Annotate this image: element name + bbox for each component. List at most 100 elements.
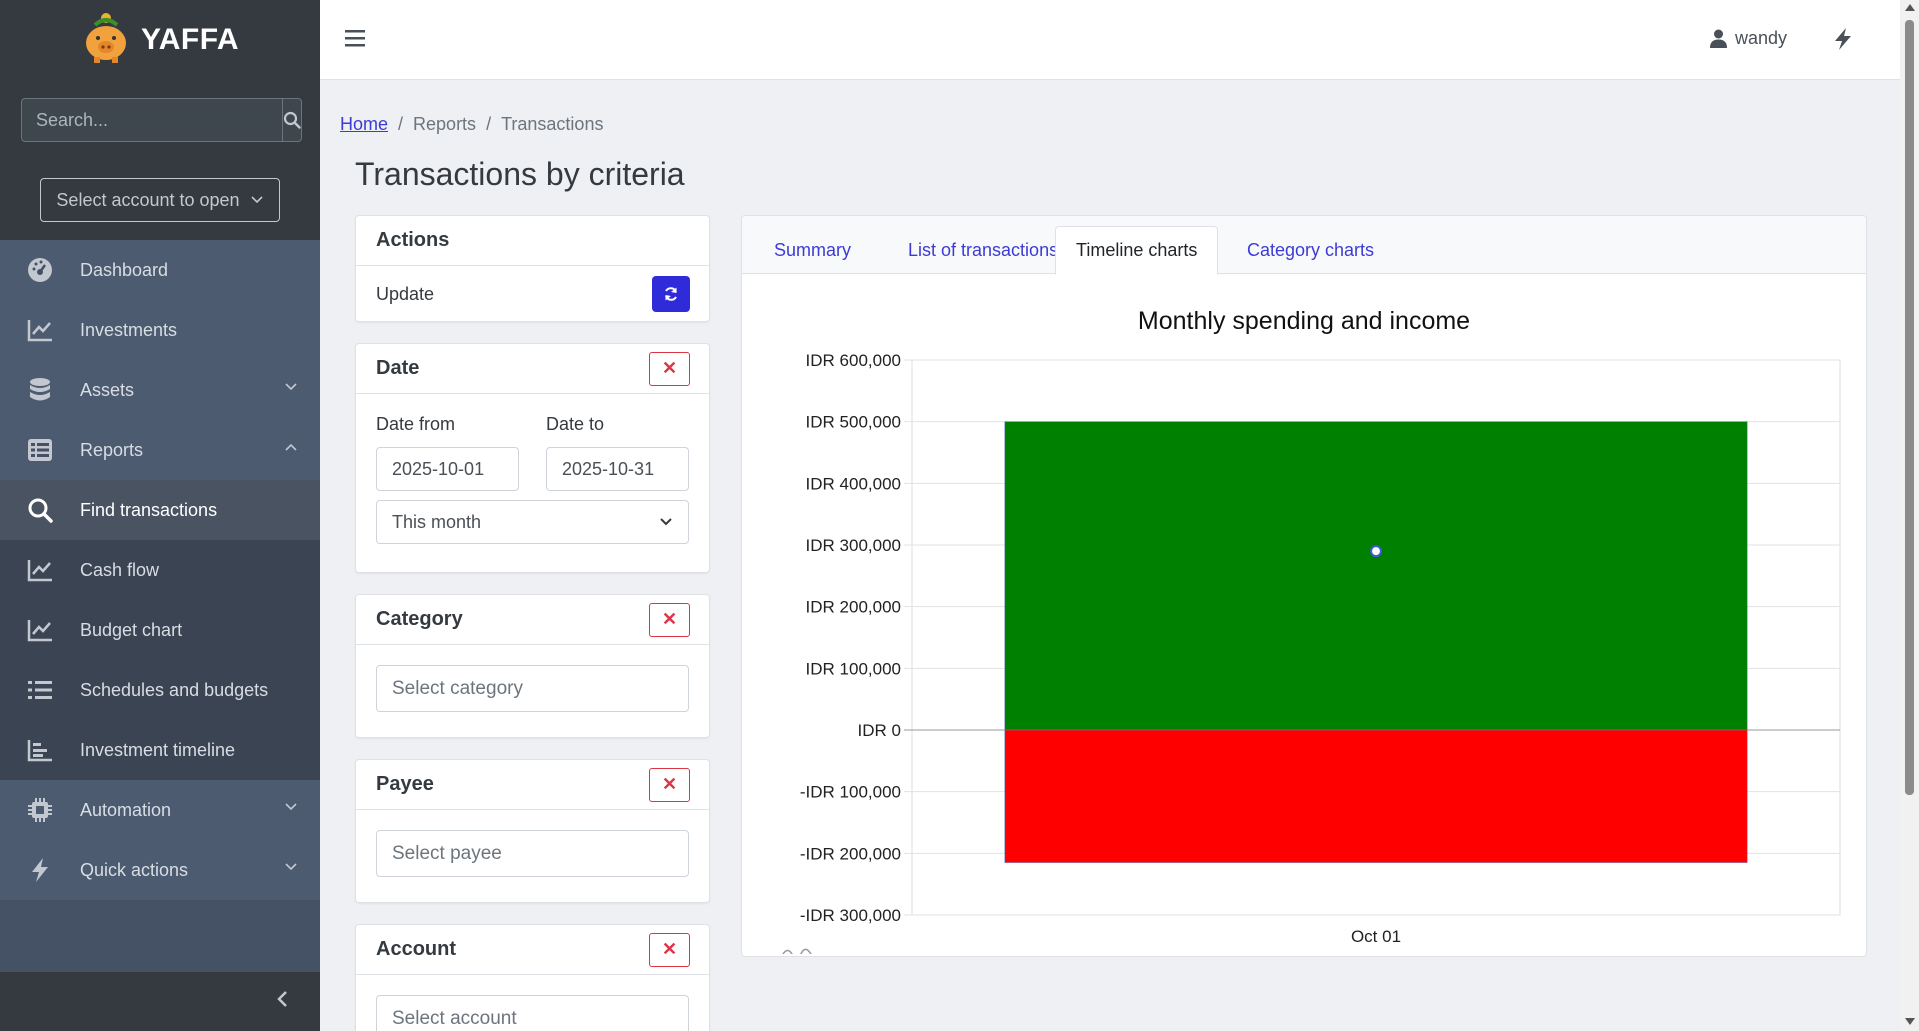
card-title: Category [376, 608, 463, 630]
date-to-label: Date to [546, 414, 605, 434]
actions-card: Actions Update [355, 215, 710, 322]
sidebar-item-label: Dashboard [80, 259, 169, 280]
date-range-value: This month [392, 511, 482, 532]
category-filter-card: Category ✕ Select category [355, 594, 710, 738]
clear-category-button[interactable]: ✕ [649, 602, 690, 637]
y-tick-label: -IDR 300,000 [800, 906, 901, 925]
date-filter-card: Date ✕ Date from Date to 2025-10-01 2025… [355, 343, 710, 573]
category-select[interactable]: Select category [376, 665, 689, 712]
chevron-down-icon [285, 383, 297, 391]
breadcrumb-current: Transactions [501, 114, 604, 134]
card-header: Actions [356, 216, 709, 266]
user-icon [1710, 29, 1727, 48]
sidebar-item-cash-flow[interactable]: Cash flow [0, 540, 320, 600]
page-scrollbar[interactable] [1900, 0, 1919, 1031]
report-tabs: Summary List of transactions Timeline ch… [742, 216, 1866, 275]
chart-bars-icon [25, 735, 55, 765]
database-icon [25, 375, 55, 405]
y-tick-label: IDR 400,000 [806, 474, 901, 493]
date-to-input[interactable]: 2025-10-31 [546, 447, 689, 491]
sidebar-nav: Dashboard Investments Assets Reports Fin… [0, 240, 320, 972]
bolt-icon [1835, 28, 1851, 50]
balance-point [1370, 545, 1382, 558]
sidebar-item-assets[interactable]: Assets [0, 360, 320, 420]
sidebar-item-label: Find transactions [80, 499, 218, 520]
close-icon: ✕ [661, 774, 678, 794]
user-menu[interactable]: wandy [1710, 28, 1787, 49]
scroll-down-arrow-icon[interactable] [1905, 1018, 1915, 1025]
sidebar-item-reports[interactable]: Reports [0, 420, 320, 480]
brand[interactable]: YAFFA [0, 0, 320, 80]
card-body: Select category [356, 645, 709, 732]
breadcrumb-separator: / [398, 114, 404, 134]
y-tick-label: IDR 200,000 [806, 598, 901, 617]
search-icon [25, 495, 55, 525]
card-header: Payee ✕ [356, 760, 709, 810]
update-button[interactable] [652, 276, 690, 312]
account-select-field[interactable]: Select account [376, 995, 689, 1031]
update-label: Update [376, 283, 435, 304]
sidebar-search [21, 98, 302, 142]
chevron-down-icon [285, 863, 297, 871]
date-from-label: Date from [376, 414, 456, 434]
card-body: Date from Date to 2025-10-01 2025-10-31 … [356, 394, 709, 564]
sidebar: YAFFA Select account to open Dashboard I… [0, 0, 320, 1031]
x-tick-label: Oct 01 [1351, 927, 1401, 946]
chart-title: Monthly spending and income [1138, 307, 1470, 335]
chevron-up-icon [285, 443, 297, 451]
sidebar-footer [0, 972, 320, 1031]
payee-filter-card: Payee ✕ Select payee [355, 759, 710, 903]
clear-payee-button[interactable]: ✕ [649, 767, 690, 802]
menu-toggle-button[interactable] [344, 28, 366, 54]
account-select[interactable]: Select account to open [40, 178, 280, 222]
sidebar-item-automation[interactable]: Automation [0, 780, 320, 840]
sidebar-item-dashboard[interactable]: Dashboard [0, 240, 320, 300]
date-from-input[interactable]: 2025-10-01 [376, 447, 519, 491]
chart-line-icon [25, 615, 55, 645]
y-tick-label: -IDR 200,000 [800, 844, 901, 863]
card-title: Date [376, 357, 420, 379]
y-tick-label: IDR 100,000 [806, 659, 901, 678]
close-icon: ✕ [661, 609, 678, 629]
username: wandy [1735, 28, 1788, 48]
search-button[interactable] [282, 98, 302, 142]
sidebar-item-label: Cash flow [80, 559, 160, 580]
chart-zoom-sparkline-icon [782, 948, 812, 954]
y-tick-label: IDR 600,000 [806, 351, 901, 370]
tab-category-charts[interactable]: Category charts [1227, 226, 1394, 275]
date-inputs: 2025-10-01 2025-10-31 [376, 447, 689, 491]
quick-actions-button[interactable] [1833, 27, 1853, 57]
sidebar-item-budget-chart[interactable]: Budget chart [0, 600, 320, 660]
sidebar-item-schedules-and-budgets[interactable]: Schedules and budgets [0, 660, 320, 720]
clear-date-button[interactable]: ✕ [649, 351, 690, 386]
sidebar-item-label: Reports [80, 439, 144, 460]
sidebar-item-find-transactions[interactable]: Find transactions [0, 480, 320, 540]
update-row: Update [356, 266, 709, 322]
payee-select[interactable]: Select payee [376, 830, 689, 877]
timeline-chart: Monthly spending and income IDR 600,000 ID… [782, 307, 1841, 954]
tab-list-of-transactions[interactable]: List of transactions [888, 226, 1078, 275]
card-body: Select payee [356, 810, 709, 897]
brand-name: YAFFA [140, 23, 240, 56]
breadcrumb-home-link[interactable]: Home [340, 114, 388, 135]
close-icon: ✕ [661, 939, 678, 959]
chip-icon [25, 795, 55, 825]
sidebar-item-quick-actions[interactable]: Quick actions [0, 840, 320, 900]
date-range-select[interactable]: This month [376, 500, 689, 544]
top-navbar: wandy [320, 0, 1900, 80]
card-header: Category ✕ [356, 595, 709, 645]
clear-account-button[interactable]: ✕ [649, 932, 690, 967]
search-icon [283, 111, 301, 129]
tab-timeline-charts[interactable]: Timeline charts [1055, 226, 1219, 275]
scroll-up-arrow-icon[interactable] [1905, 4, 1915, 11]
tab-summary[interactable]: Summary [754, 226, 871, 275]
scrollbar-thumb[interactable] [1905, 20, 1914, 795]
breadcrumb-separator: / [486, 114, 492, 134]
page-title: Transactions by criteria [355, 156, 685, 192]
collapse-sidebar-button[interactable] [276, 990, 288, 1014]
sidebar-item-investments[interactable]: Investments [0, 300, 320, 360]
y-tick-label: IDR 0 [858, 721, 901, 740]
y-tick-label: -IDR 100,000 [800, 783, 901, 802]
search-input[interactable] [21, 98, 282, 142]
sidebar-item-investment-timeline[interactable]: Investment timeline [0, 720, 320, 780]
